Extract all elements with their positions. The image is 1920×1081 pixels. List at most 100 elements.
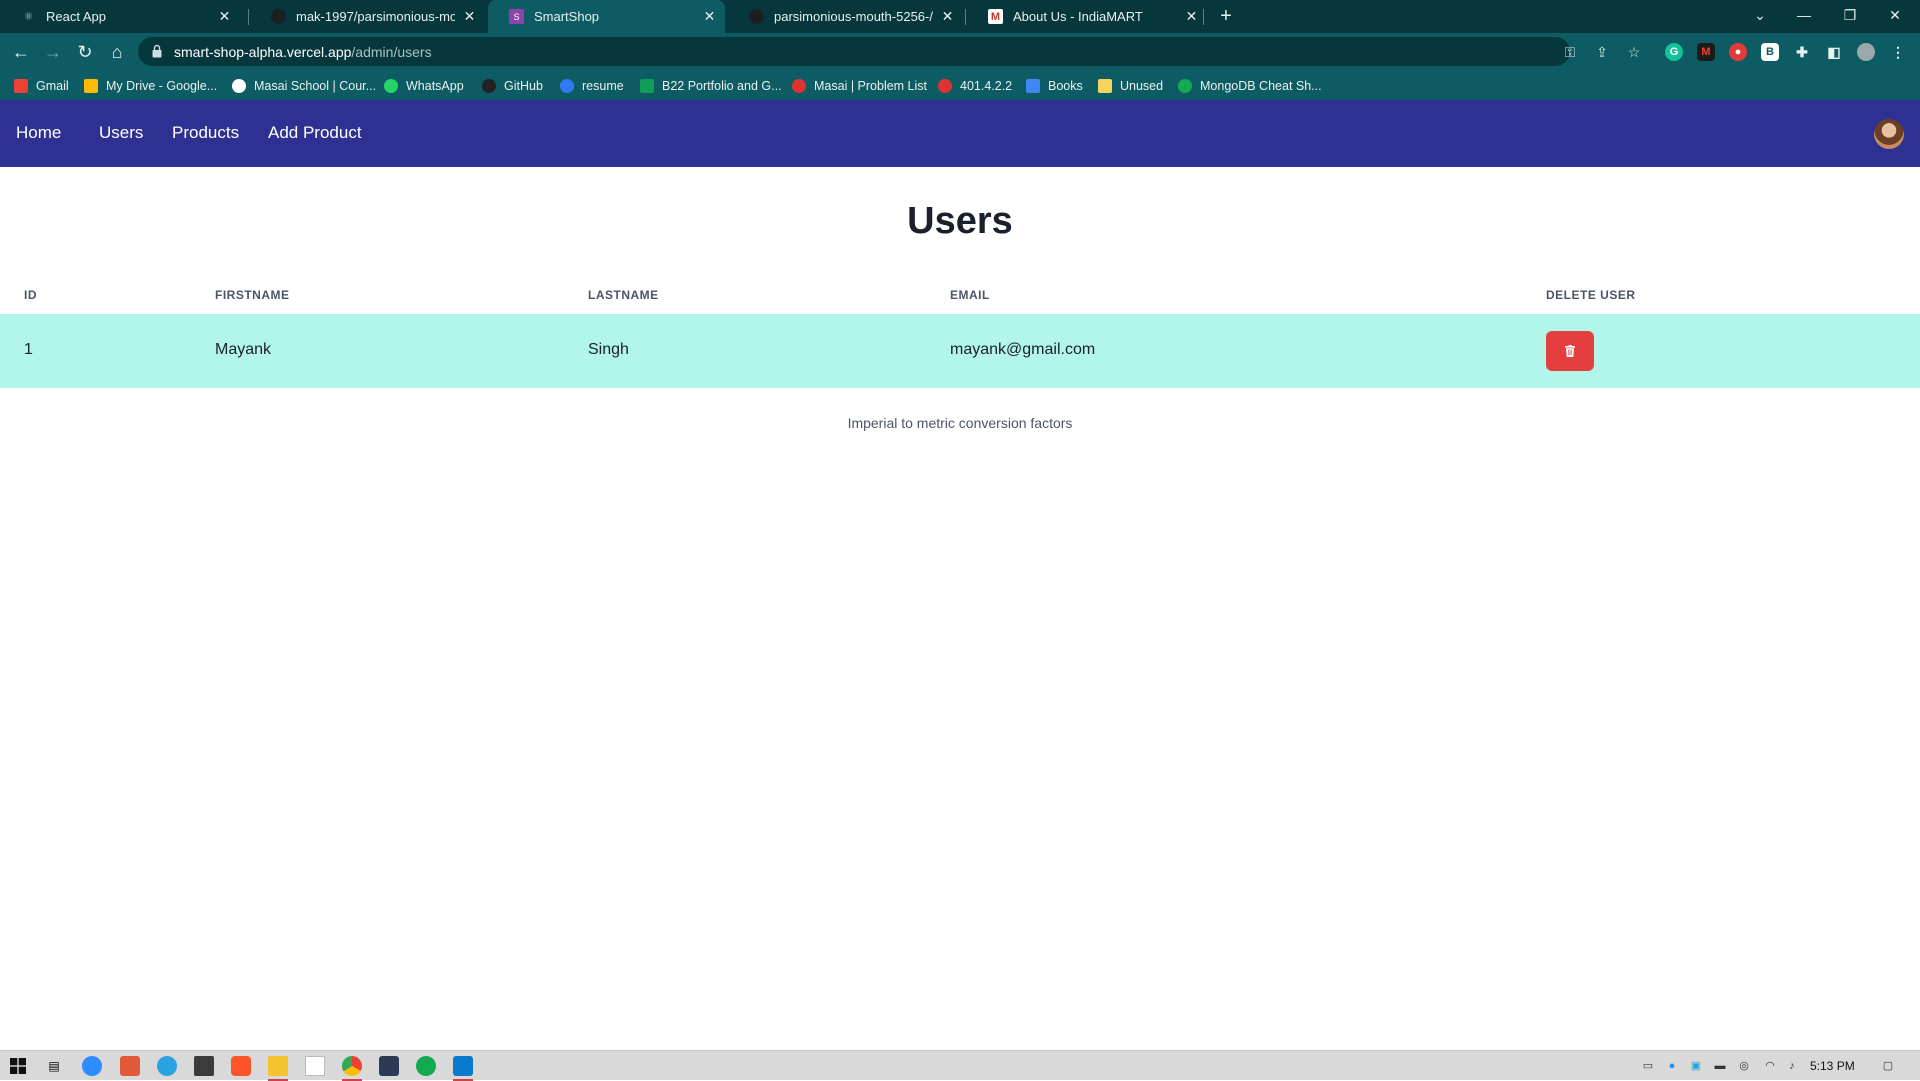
m-extension-icon[interactable]: M	[1697, 43, 1715, 61]
user-avatar[interactable]	[1874, 119, 1904, 149]
tab-title: parsimonious-mouth-5256-/REA	[774, 9, 933, 24]
display-icon[interactable]: ▬	[1712, 1059, 1728, 1073]
sheets-icon	[640, 78, 654, 93]
task-view-icon[interactable]: ▤	[44, 1056, 64, 1076]
bookmark-github[interactable]: GitHub	[482, 76, 543, 95]
home-button[interactable]: ⌂	[104, 39, 130, 65]
tab-close-icon[interactable]: ✕	[940, 9, 955, 24]
b-extension-icon[interactable]: B	[1761, 43, 1779, 61]
nav-link-add-product[interactable]: Add Product	[268, 123, 362, 143]
telegram-icon[interactable]	[157, 1056, 177, 1076]
restore-button[interactable]: ❐	[1827, 0, 1873, 30]
github-icon	[482, 78, 496, 93]
column-header-email: EMAIL	[950, 288, 990, 302]
minimize-button[interactable]: —	[1781, 0, 1827, 30]
smartshop-icon: S	[509, 9, 524, 24]
share-icon[interactable]: ⇪	[1593, 43, 1611, 61]
cell-lastname: Singh	[588, 341, 629, 358]
grammarly-extension-icon[interactable]: G	[1665, 43, 1683, 61]
bookmark-401[interactable]: 401.4.2.2	[938, 76, 1012, 95]
github-icon	[749, 9, 764, 24]
bookmark-label: Unused	[1120, 78, 1164, 93]
zoom-app-icon[interactable]	[82, 1056, 102, 1076]
document-app-icon[interactable]	[305, 1056, 325, 1076]
reload-button[interactable]: ↻	[72, 39, 98, 65]
wifi-icon[interactable]: ◠	[1762, 1059, 1778, 1073]
pokeball-extension-icon[interactable]: ●	[1729, 43, 1747, 61]
bookmark-label: GitHub	[504, 78, 543, 93]
tab-react-app[interactable]: ⚛ React App ✕	[0, 0, 240, 33]
battery-icon[interactable]: ▭	[1640, 1059, 1656, 1073]
tab-separator	[248, 9, 249, 25]
whatsapp-icon	[384, 78, 398, 93]
bookmark-label: My Drive - Google...	[106, 78, 218, 93]
new-tab-button[interactable]: +	[1215, 5, 1237, 27]
tab-smartshop[interactable]: S SmartShop ✕	[488, 0, 725, 33]
masai-icon	[232, 78, 246, 93]
delete-user-button[interactable]	[1546, 331, 1594, 371]
tab-close-icon[interactable]: ✕	[462, 9, 477, 24]
app-red-icon[interactable]	[120, 1056, 140, 1076]
tray-app-icon[interactable]: ▣	[1688, 1059, 1704, 1073]
nav-link-home[interactable]: Home	[16, 123, 61, 143]
tab-github-readme[interactable]: parsimonious-mouth-5256-/REA ✕	[728, 0, 963, 33]
bookmark-whatsapp[interactable]: WhatsApp	[384, 76, 464, 95]
bookmark-label: Gmail	[36, 78, 69, 93]
brave-icon[interactable]	[231, 1056, 251, 1076]
bookmark-my-drive[interactable]: My Drive - Google...	[84, 76, 217, 95]
tab-close-icon[interactable]: ✕	[1184, 9, 1199, 24]
bookmark-books[interactable]: Books	[1026, 76, 1083, 95]
nav-link-users[interactable]: Users	[99, 123, 143, 143]
tab-close-icon[interactable]: ✕	[702, 9, 717, 24]
bookmark-label: Masai | Problem List	[814, 78, 928, 93]
password-key-icon[interactable]: ⚿	[1561, 43, 1579, 61]
trash-icon	[1565, 345, 1575, 357]
vscode-icon[interactable]	[453, 1056, 473, 1081]
nav-link-products[interactable]: Products	[172, 123, 239, 143]
windows-taskbar: ▤ ▭ ● ▣ ▬ ◎ ◠ ♪ 5:13 PM ▢	[0, 1050, 1920, 1081]
address-bar[interactable]: smart-shop-alpha.vercel.app/admin/users …	[138, 37, 1640, 66]
menu-kebab-icon[interactable]: ⋮	[1889, 43, 1907, 61]
bookmark-label: Masai School | Cour...	[254, 78, 377, 93]
extensions-puzzle-icon[interactable]: ✚	[1793, 43, 1811, 61]
notes-app-icon[interactable]	[194, 1056, 214, 1076]
app-dark-icon[interactable]	[379, 1056, 399, 1076]
url-host: smart-shop-alpha.vercel.app	[174, 44, 352, 60]
bookmark-unused[interactable]: Unused	[1098, 76, 1163, 95]
bookmark-gmail[interactable]: Gmail	[14, 76, 69, 95]
side-panel-icon[interactable]: ◧	[1825, 43, 1843, 61]
tray-device-icon[interactable]: ◎	[1736, 1059, 1752, 1073]
play-books-icon	[1026, 78, 1040, 93]
bookmark-masai-problem-list[interactable]: Masai | Problem List	[792, 76, 927, 95]
bookmark-resume[interactable]: resume	[560, 76, 624, 95]
bookmark-mongodb[interactable]: MongoDB Cheat Sh...	[1178, 76, 1322, 95]
tab-indiamart[interactable]: M About Us - IndiaMART ✕	[967, 0, 1207, 33]
browser-tab-strip: ⚛ React App ✕ mak-1997/parsimonious-mout…	[0, 0, 1920, 33]
taskbar-clock[interactable]: 5:13 PM	[1810, 1059, 1855, 1073]
lock-icon[interactable]	[152, 44, 162, 58]
folder-icon	[1098, 78, 1112, 93]
url-text: smart-shop-alpha.vercel.app/admin/users	[174, 44, 432, 60]
bookmark-star-icon[interactable]: ☆	[1625, 43, 1643, 61]
forward-button[interactable]: →	[40, 39, 66, 65]
close-window-button[interactable]: ✕	[1872, 0, 1918, 30]
bookmark-b22-portfolio[interactable]: B22 Portfolio and G...	[640, 76, 782, 95]
app-navbar: Home Users Products Add Product	[0, 100, 1920, 167]
bookmark-masai-school[interactable]: Masai School | Cour...	[232, 76, 376, 95]
volume-icon[interactable]: ♪	[1784, 1059, 1800, 1073]
profile-avatar-icon[interactable]	[1857, 43, 1875, 61]
windows-start-icon[interactable]	[8, 1056, 28, 1076]
windows-logo-icon	[10, 1058, 26, 1074]
notifications-icon[interactable]: ▢	[1880, 1059, 1896, 1073]
file-explorer-icon[interactable]	[268, 1056, 288, 1081]
tab-search-icon[interactable]: ⌄	[1737, 0, 1783, 30]
tab-close-icon[interactable]: ✕	[217, 9, 232, 24]
bookmark-label: B22 Portfolio and G...	[662, 78, 782, 93]
mongodb-compass-icon[interactable]	[416, 1056, 436, 1076]
masai-problem-icon	[792, 78, 806, 93]
tab-separator	[1203, 9, 1204, 25]
back-button[interactable]: ←	[8, 39, 34, 65]
chrome-icon[interactable]	[342, 1056, 362, 1081]
tab-github-repo[interactable]: mak-1997/parsimonious-mouth- ✕	[250, 0, 485, 33]
zoom-tray-icon[interactable]: ●	[1664, 1059, 1680, 1073]
